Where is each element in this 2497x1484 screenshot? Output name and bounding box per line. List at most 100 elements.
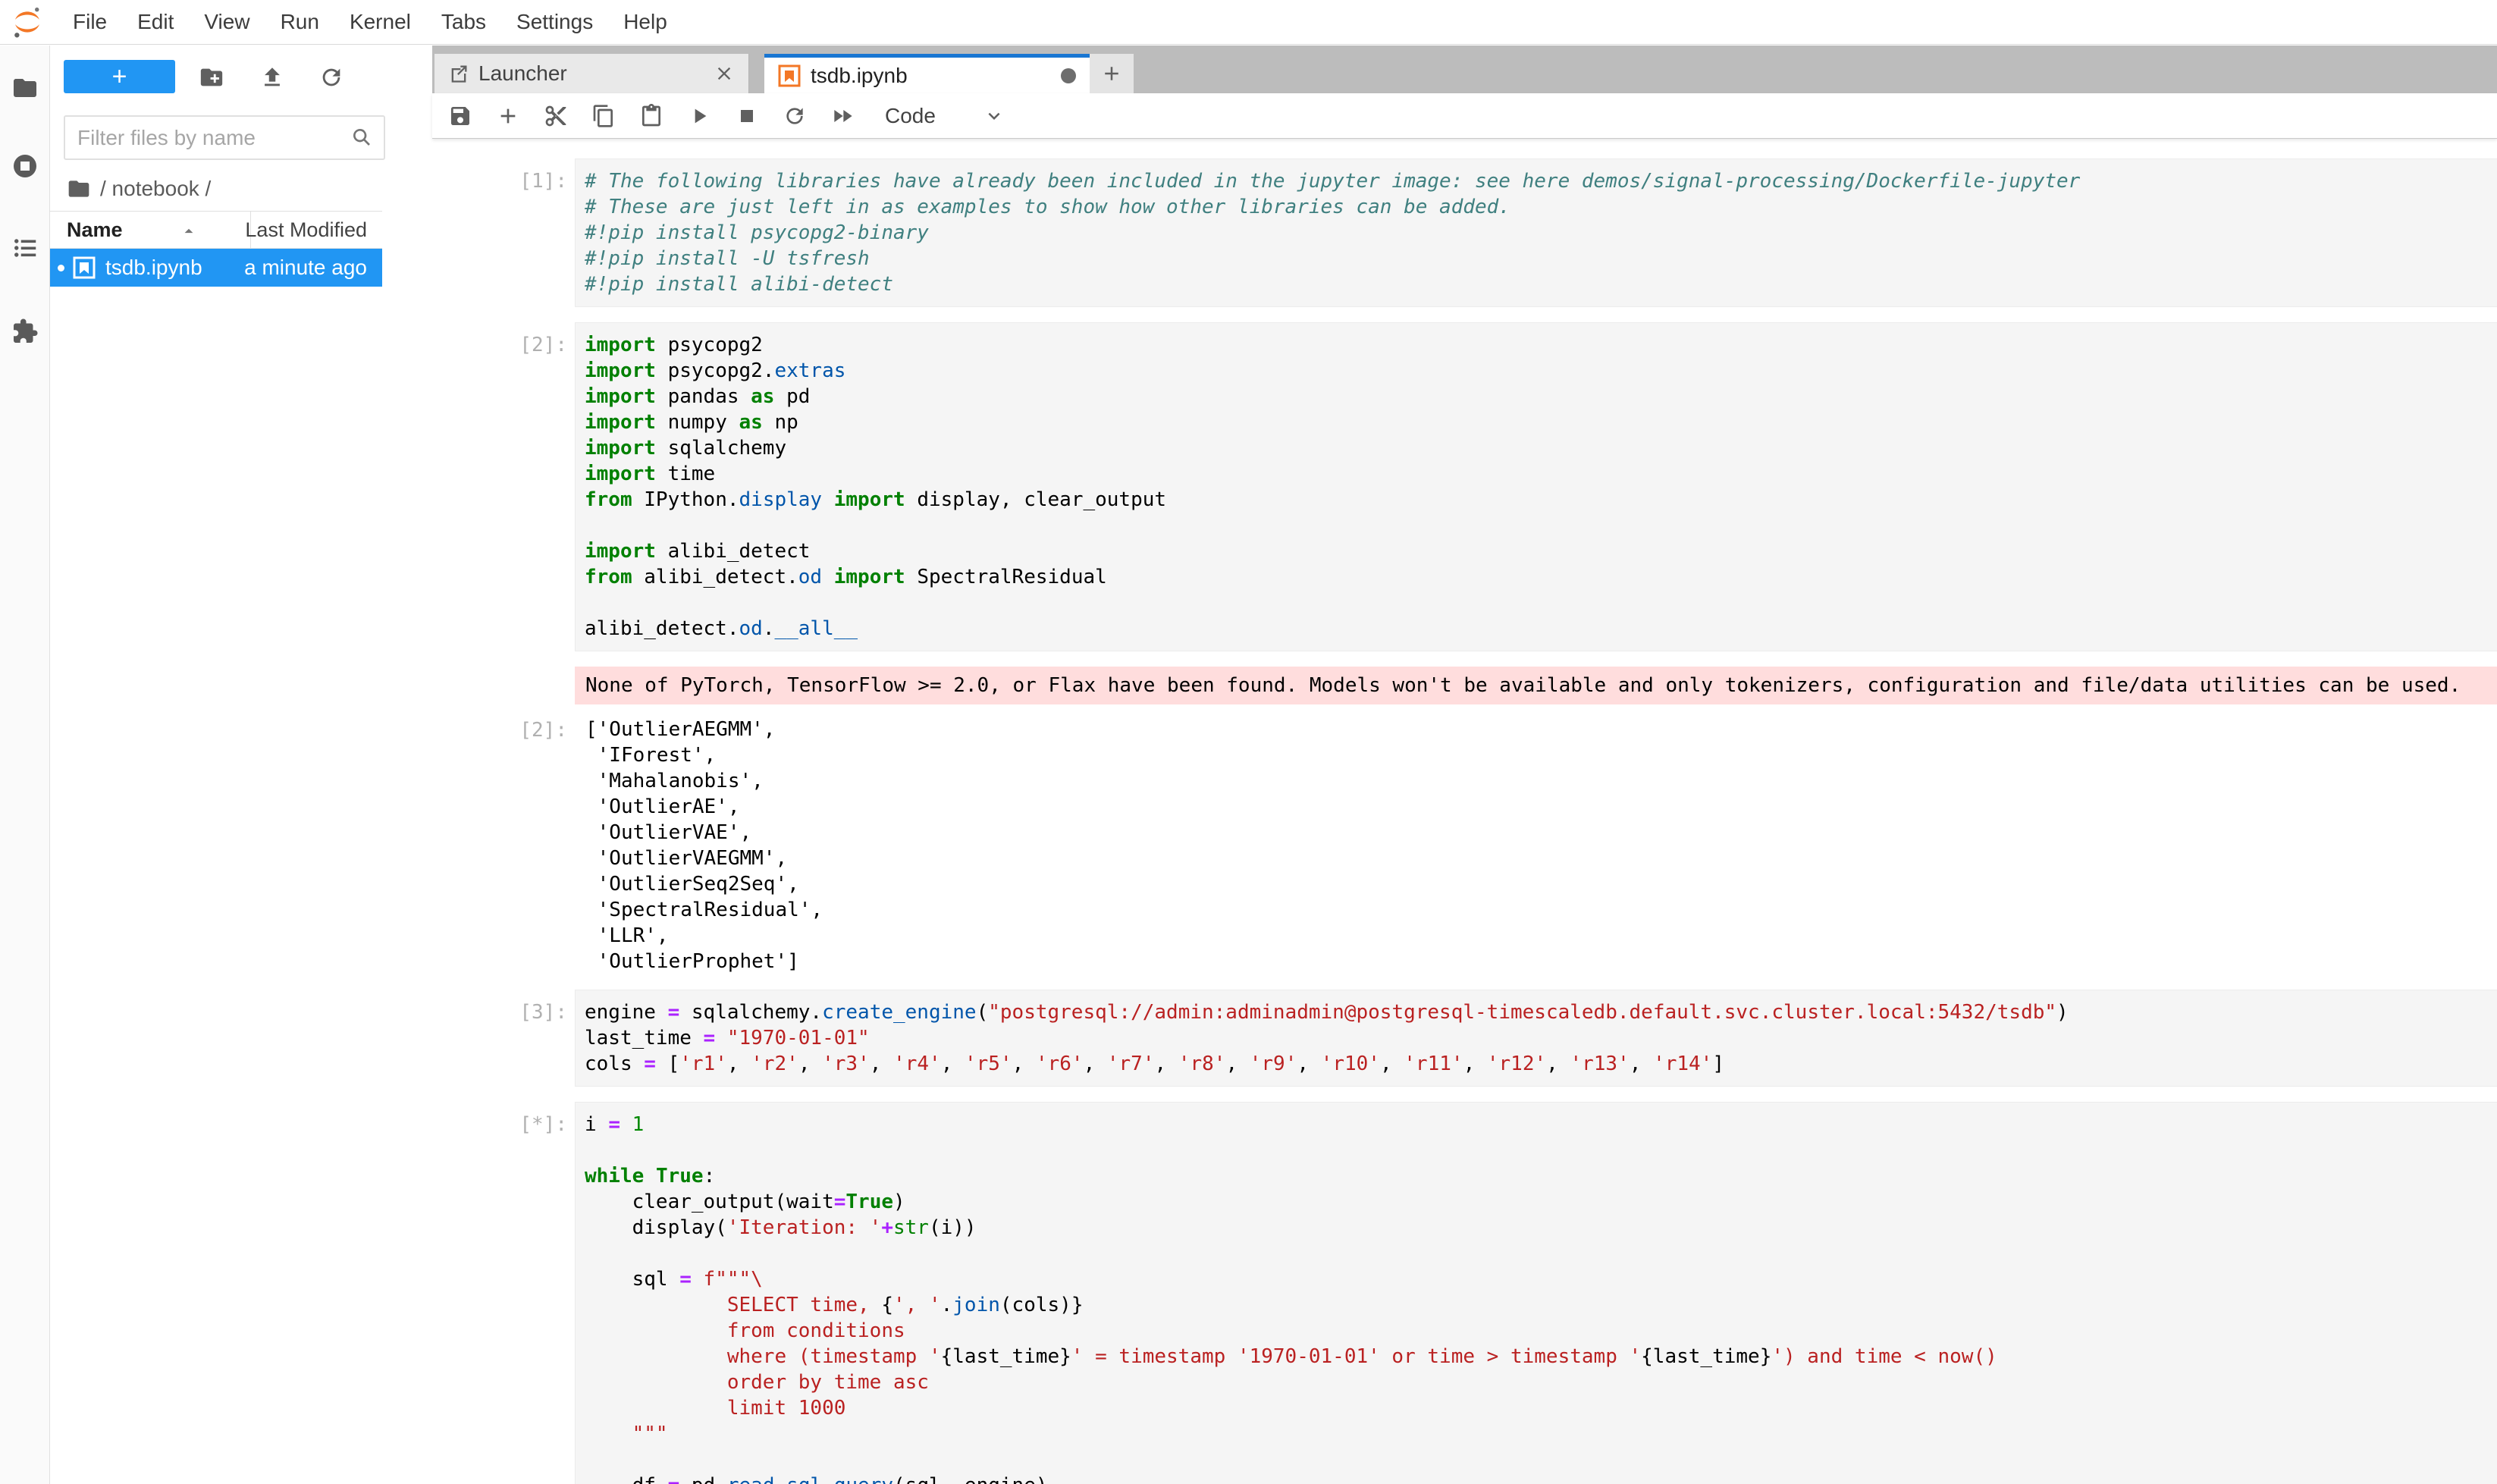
code-line: last_time = "1970-01-01" xyxy=(585,1025,2497,1051)
code-cell: [*]:i = 1 while True: clear_output(wait=… xyxy=(432,1102,2497,1484)
notebook-toolbar: Code xyxy=(432,93,2497,139)
stop-icon xyxy=(735,104,759,128)
code-line xyxy=(585,590,2497,616)
new-tab-button[interactable] xyxy=(1090,54,1134,93)
running-kernels-icon[interactable] xyxy=(11,152,39,180)
file-list-header: Name Last Modified xyxy=(50,211,382,249)
new-launcher-button[interactable]: + xyxy=(64,60,175,93)
output-lines: ['OutlierAEGMM', 'IForest', 'Mahalanobis… xyxy=(575,714,2497,977)
code-line xyxy=(585,1447,2497,1473)
restart-kernel-button[interactable] xyxy=(777,99,812,133)
launcher-icon xyxy=(448,63,469,84)
breadcrumb-path: / notebook / xyxy=(100,177,211,201)
cell-prompt: [1]: xyxy=(432,158,575,307)
code-line: order by time asc xyxy=(585,1369,2497,1395)
column-last-modified[interactable]: Last Modified xyxy=(245,218,367,242)
menu-bar: File Edit View Run Kernel Tabs Settings … xyxy=(0,0,2497,45)
notebook-cells: [1]: # The following libraries have alrea… xyxy=(432,139,2497,1484)
paste-cells-button[interactable] xyxy=(634,99,669,133)
file-name: tsdb.ipynb xyxy=(105,256,202,280)
code-line: import alibi_detect xyxy=(585,538,2497,564)
code-line: clear_output(wait=True) xyxy=(585,1189,2497,1215)
activity-bar xyxy=(0,45,50,1484)
breadcrumb[interactable]: / notebook / xyxy=(67,177,211,201)
run-cell-button[interactable] xyxy=(682,99,717,133)
code-cell-editor[interactable]: import psycopg2import psycopg2.extrasimp… xyxy=(575,322,2497,651)
menu-kernel[interactable]: Kernel xyxy=(350,10,411,34)
code-cell-editor[interactable]: engine = sqlalchemy.create_engine("postg… xyxy=(575,990,2497,1087)
tab-bar: Launcher tsdb.ipynb xyxy=(432,45,2497,93)
code-cell: [1]: # The following libraries have alrea… xyxy=(432,158,2497,307)
code-cell-editor[interactable]: i = 1 while True: clear_output(wait=True… xyxy=(575,1102,2497,1484)
file-modified: a minute ago xyxy=(244,256,367,280)
copy-icon xyxy=(591,104,616,128)
restart-run-all-button[interactable] xyxy=(825,99,860,133)
code-line: i = 1 xyxy=(585,1112,2497,1137)
menu-edit[interactable]: Edit xyxy=(137,10,174,34)
fast-forward-icon xyxy=(830,104,855,128)
upload-icon[interactable] xyxy=(259,64,285,90)
code-cell-editor[interactable]: # The following libraries have already b… xyxy=(575,158,2497,307)
cell-prompt: [*]: xyxy=(432,1102,575,1484)
code-line: while True: xyxy=(585,1163,2497,1189)
output-line: 'OutlierSeq2Seq', xyxy=(585,871,2497,897)
jupyterlab-window: File Edit View Run Kernel Tabs Settings … xyxy=(0,0,2497,1484)
code-line: where (timestamp '{last_time}' = timesta… xyxy=(585,1344,2497,1369)
menu-file[interactable]: File xyxy=(73,10,107,34)
restart-icon xyxy=(783,104,807,128)
tab-launcher[interactable]: Launcher xyxy=(434,54,749,93)
tab-notebook[interactable]: tsdb.ipynb xyxy=(764,54,1090,93)
new-folder-icon[interactable] xyxy=(199,64,224,90)
plus-icon xyxy=(496,104,520,128)
close-icon[interactable] xyxy=(714,63,735,84)
stop-kernel-button[interactable] xyxy=(729,99,764,133)
chevron-down-icon xyxy=(983,105,1005,127)
code-line: # These are just left in as examples to … xyxy=(585,194,2497,220)
cell-type-value: Code xyxy=(885,104,936,128)
menu-help[interactable]: Help xyxy=(623,10,667,34)
code-line: from IPython.display import display, cle… xyxy=(585,487,2497,513)
save-button[interactable] xyxy=(443,99,478,133)
code-line: display('Iteration: '+str(i)) xyxy=(585,1215,2497,1241)
search-icon xyxy=(350,126,375,150)
code-line: from alibi_detect.od import SpectralResi… xyxy=(585,564,2497,590)
menu-view[interactable]: View xyxy=(204,10,249,34)
output-line: 'LLR', xyxy=(585,923,2497,949)
copy-cells-button[interactable] xyxy=(586,99,621,133)
menu-settings[interactable]: Settings xyxy=(516,10,593,34)
file-browser-icon[interactable] xyxy=(11,74,39,102)
file-row-tsdb[interactable]: tsdb.ipynb a minute ago xyxy=(50,249,382,287)
code-line: import pandas as pd xyxy=(585,384,2497,409)
code-line: import sqlalchemy xyxy=(585,435,2497,461)
code-line: import psycopg2 xyxy=(585,332,2497,358)
menu-run[interactable]: Run xyxy=(281,10,319,34)
file-browser-panel: + / notebook / Name xyxy=(50,45,432,1484)
code-line xyxy=(585,513,2497,538)
extension-manager-icon[interactable] xyxy=(11,318,39,345)
scissors-icon xyxy=(544,104,568,128)
code-line: # The following libraries have already b… xyxy=(585,168,2497,194)
column-name[interactable]: Name xyxy=(67,218,123,242)
filter-files-input[interactable] xyxy=(77,120,335,155)
code-line: #!pip install -U tsfresh xyxy=(585,246,2497,271)
menu-tabs[interactable]: Tabs xyxy=(441,10,486,34)
cut-cells-button[interactable] xyxy=(538,99,573,133)
cell-prompt: [3]: xyxy=(432,990,575,1087)
output-prompt: [2]: xyxy=(432,714,575,977)
output-line: 'OutlierAE', xyxy=(585,794,2497,820)
refresh-icon[interactable] xyxy=(318,64,344,90)
cell-prompt xyxy=(432,667,575,704)
code-line xyxy=(585,1241,2497,1266)
plus-icon xyxy=(1100,62,1123,85)
output-line: 'OutlierProphet'] xyxy=(585,949,2497,974)
paste-icon xyxy=(639,104,663,128)
code-line: import psycopg2.extras xyxy=(585,358,2497,384)
output-line: 'Mahalanobis', xyxy=(585,768,2497,794)
code-line: sql = f"""\ xyxy=(585,1266,2497,1292)
cell-type-dropdown[interactable]: Code xyxy=(885,104,1005,128)
add-cell-button[interactable] xyxy=(491,99,525,133)
folder-icon xyxy=(67,177,91,201)
table-of-contents-icon[interactable] xyxy=(11,234,39,262)
code-line: df = pd.read_sql_query(sql, engine) xyxy=(585,1473,2497,1484)
stderr-output: None of PyTorch, TensorFlow >= 2.0, or F… xyxy=(575,667,2497,704)
